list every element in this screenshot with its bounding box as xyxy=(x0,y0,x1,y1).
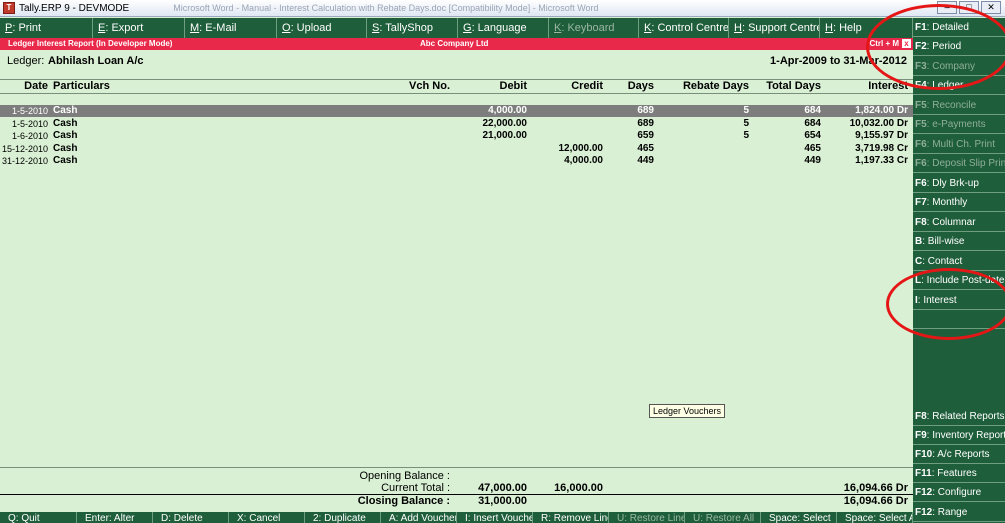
sidebar-empty-slot xyxy=(913,310,1005,329)
period-button[interactable]: F2: Period xyxy=(913,37,1005,56)
email-button[interactable]: M: E-Mail xyxy=(185,18,277,38)
ledger-vouchers-tooltip: Ledger Vouchers xyxy=(649,404,726,418)
ledger-label: Ledger: xyxy=(7,55,45,67)
duplicate-button[interactable]: 2: Duplicate xyxy=(305,512,381,523)
range-button[interactable]: F12: Range xyxy=(913,503,1005,522)
daily-breakup-button[interactable]: F6: Dly Brk-up xyxy=(913,174,1005,193)
insert-voucher-button[interactable]: I: Insert Voucher xyxy=(457,512,533,523)
remove-line-button[interactable]: R: Remove Line xyxy=(533,512,609,523)
col-debit: Debit xyxy=(499,80,528,92)
opening-balance-row: Opening Balance : xyxy=(0,470,913,482)
col-credit: Credit xyxy=(571,80,603,92)
print-button[interactable]: P: Print xyxy=(0,18,93,38)
bill-wise-button[interactable]: B: Bill-wise xyxy=(913,232,1005,251)
maximize-icon[interactable]: □ xyxy=(959,1,979,14)
e-payments-button[interactable]: F5: e-Payments xyxy=(913,115,1005,134)
select-all-button[interactable]: Space: Select All xyxy=(837,512,913,523)
quit-button[interactable]: Q: Quit xyxy=(0,512,77,523)
company-name: Abc Company Ltd xyxy=(420,39,489,48)
col-vch-no: Vch No. xyxy=(409,80,450,92)
table-row[interactable]: 1-6-2010 Cash 21,000.00 659 5 654 9,155.… xyxy=(0,130,913,142)
select-button[interactable]: Space: Select xyxy=(761,512,837,523)
closing-balance-label: Closing Balance : xyxy=(357,495,450,507)
close-icon[interactable]: ✕ xyxy=(981,1,1001,14)
report-period: 1-Apr-2009 to 31-Mar-2012 xyxy=(770,55,907,67)
top-button-bar: P: Print E: Export M: E-Mail O: Upload S… xyxy=(0,18,913,38)
ledger-name: Abhilash Loan A/c xyxy=(48,55,144,67)
bottom-button-bar: Q: Quit Enter: Alter D: Delete X: Cancel… xyxy=(0,512,913,523)
company-button[interactable]: F3: Company xyxy=(913,57,1005,76)
table-row[interactable]: 1-5-2010 Cash 4,000.00 689 5 684 1,824.0… xyxy=(0,105,913,117)
contact-button[interactable]: C: Contact xyxy=(913,252,1005,271)
ledger-button[interactable]: F4: Ledger xyxy=(913,76,1005,95)
table-row[interactable]: 15-12-2010 Cash 12,000.00 465 465 3,719.… xyxy=(0,143,913,155)
monthly-button[interactable]: F7: Monthly xyxy=(913,193,1005,212)
col-interest: Interest xyxy=(868,80,908,92)
totals-section: Opening Balance : Current Total : 47,000… xyxy=(0,467,913,507)
columnar-button[interactable]: F8: Columnar xyxy=(913,213,1005,232)
window-controls: – □ ✕ xyxy=(937,1,1001,14)
export-button[interactable]: E: Export xyxy=(93,18,185,38)
related-reports-button[interactable]: F8: Related Reports xyxy=(913,407,1005,426)
ac-reports-button[interactable]: F10: A/c Reports xyxy=(913,445,1005,464)
cancel-button[interactable]: X: Cancel xyxy=(229,512,305,523)
features-button[interactable]: F11: Features xyxy=(913,464,1005,483)
multi-cheque-print-button[interactable]: F6: Multi Ch. Print xyxy=(913,135,1005,154)
background-window-title: Microsoft Word - Manual - Interest Calcu… xyxy=(173,3,599,13)
report-title: Ledger Interest Report (In Developer Mod… xyxy=(8,39,173,48)
col-days: Days xyxy=(627,80,654,92)
shortcut-hint: Ctrl + M xyxy=(869,39,899,48)
help-button[interactable]: H: Help xyxy=(820,18,913,38)
current-total-interest: 16,094.66 Dr xyxy=(843,482,908,494)
add-voucher-button[interactable]: A: Add Voucher xyxy=(381,512,457,523)
table-row[interactable]: 1-5-2010 Cash 22,000.00 689 5 684 10,032… xyxy=(0,118,913,130)
inventory-reports-button[interactable]: F9: Inventory Reports xyxy=(913,426,1005,445)
alter-button[interactable]: Enter: Alter xyxy=(77,512,153,523)
tallyshop-button[interactable]: S: TallyShop xyxy=(367,18,458,38)
window-titlebar: T Tally.ERP 9 - DEVMODE Microsoft Word -… xyxy=(0,0,1005,17)
keyboard-button[interactable]: K: Keyboard xyxy=(549,18,639,38)
restore-line-button[interactable]: U: Restore Line xyxy=(609,512,685,523)
table-row[interactable]: 31-12-2010 Cash 4,000.00 449 449 1,197.3… xyxy=(0,155,913,167)
right-button-panel: F1: Detailed F2: Period F3: Company F4: … xyxy=(913,18,1005,523)
configure-button[interactable]: F12: Configure xyxy=(913,483,1005,502)
upload-button[interactable]: O: Upload xyxy=(277,18,367,38)
col-date: Date xyxy=(24,80,48,92)
table-header: Date Particulars Vch No. Debit Credit Da… xyxy=(0,79,913,94)
current-total-credit: 16,000.00 xyxy=(554,482,603,494)
restore-all-button[interactable]: U: Restore All xyxy=(685,512,761,523)
include-post-dated-button[interactable]: L: Include Post-dated xyxy=(913,271,1005,290)
support-centre-button[interactable]: H: Support Centre xyxy=(729,18,820,38)
control-centre-button[interactable]: K: Control Centre xyxy=(639,18,729,38)
deposit-slip-print-button[interactable]: F6: Deposit Slip Print xyxy=(913,154,1005,173)
report-title-bar: Ledger Interest Report (In Developer Mod… xyxy=(0,38,913,50)
col-particulars: Particulars xyxy=(53,80,110,92)
opening-balance-label: Opening Balance : xyxy=(359,470,450,482)
closing-balance-debit: 31,000.00 xyxy=(478,495,527,507)
col-total-days: Total Days xyxy=(766,80,821,92)
reconcile-button[interactable]: F5: Reconcile xyxy=(913,96,1005,115)
ledger-info: Ledger: Abhilash Loan A/c 1-Apr-2009 to … xyxy=(0,51,913,71)
current-total-row: Current Total : 47,000.00 16,000.00 16,0… xyxy=(0,482,913,494)
report-close-icon[interactable]: x xyxy=(902,39,911,48)
closing-balance-interest: 16,094.66 Dr xyxy=(843,495,908,507)
interest-button[interactable]: I: Interest xyxy=(913,291,1005,310)
col-rebate-days: Rebate Days xyxy=(682,80,749,92)
detailed-button[interactable]: F1: Detailed xyxy=(913,18,1005,37)
current-total-label: Current Total : xyxy=(381,482,450,494)
minimize-icon[interactable]: – xyxy=(937,1,957,14)
closing-balance-row: Closing Balance : 31,000.00 16,094.66 Dr xyxy=(0,494,913,507)
tally-app-icon: T xyxy=(3,2,15,14)
delete-button[interactable]: D: Delete xyxy=(153,512,229,523)
language-button[interactable]: G: Language xyxy=(458,18,549,38)
current-total-debit: 47,000.00 xyxy=(478,482,527,494)
window-title: Tally.ERP 9 - DEVMODE xyxy=(19,2,130,14)
